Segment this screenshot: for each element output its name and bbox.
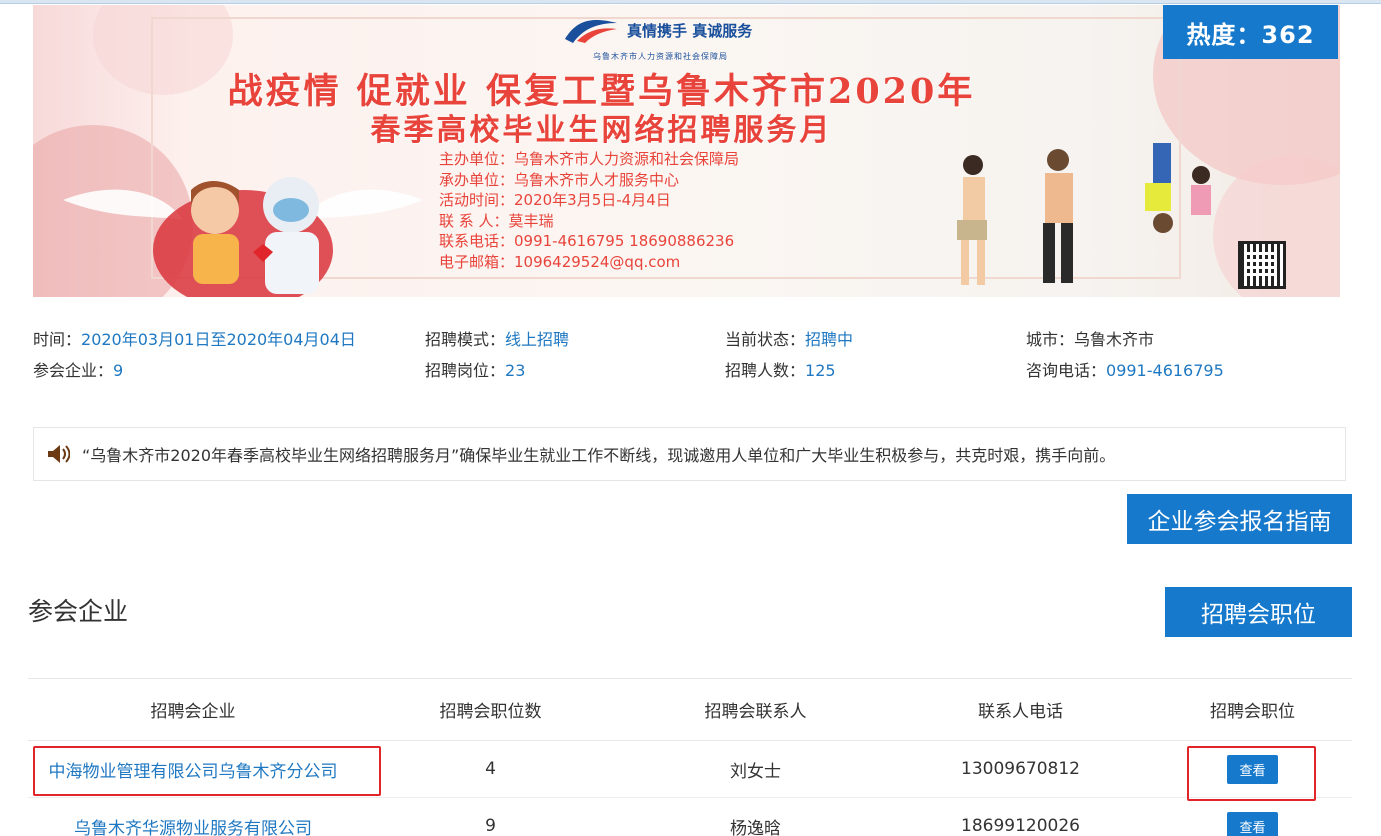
meta-headcount-label: 招聘人数： [725, 361, 806, 380]
meta-positions-value: 23 [505, 361, 526, 380]
event-banner: 真情携手 真诚服务 乌鲁木齐市人力资源和社会保障局 战疫情 促就业 保复工暨乌鲁… [33, 5, 1340, 297]
banner-info-line: 主办单位：乌鲁木齐市人力资源和社会保障局 [439, 150, 740, 168]
banner-info: 主办单位：乌鲁木齐市人力资源和社会保障局 承办单位：乌鲁木齐市人才服务中心 活动… [439, 149, 739, 272]
meta-phone-label: 咨询电话： [1026, 361, 1107, 380]
notice-text: “乌鲁木齐市2020年春季高校毕业生网络招聘服务月”确保毕业生就业工作不断线，现… [82, 446, 1116, 465]
meta-status-label: 当前状态： [725, 330, 806, 349]
header-contact: 招聘会联系人 [704, 702, 807, 722]
section-title: 参会企业 [28, 597, 129, 626]
meta-mode-value: 线上招聘 [505, 330, 570, 349]
meta-phone-value: 0991-4616795 [1106, 361, 1224, 380]
highlight-box-company [33, 746, 381, 796]
notice-bar: “乌鲁木齐市2020年春季高校毕业生网络招聘服务月”确保毕业生就业工作不断线，现… [33, 427, 1346, 481]
meta-time-label: 时间： [33, 330, 82, 349]
doctor-illustration-icon [63, 177, 423, 297]
signup-guide-button[interactable]: 企业参会报名指南 [1127, 494, 1352, 544]
fair-jobs-button[interactable]: 招聘会职位 [1165, 587, 1352, 637]
banner-info-line: 联 系 人：莫丰瑞 [439, 211, 554, 230]
banner-info-line: 活动时间：2020年3月5日-4月4日 [439, 191, 671, 209]
meta-companies-value: 9 [113, 361, 124, 380]
contact-name: 刘女士 [730, 761, 781, 782]
header-count: 招聘会职位数 [439, 702, 542, 722]
header-action: 招聘会职位 [1210, 702, 1295, 722]
table-header: 招聘会企业 招聘会职位数 招聘会联系人 联系人电话 招聘会职位 [28, 678, 1352, 741]
meta-headcount-value: 125 [805, 361, 836, 380]
logo-text: 真情携手 真诚服务 [627, 21, 753, 40]
contact-phone: 13009670812 [961, 759, 1080, 779]
meta-positions: 招聘岗位：23 [425, 357, 525, 381]
meta-companies: 参会企业：9 [33, 357, 123, 381]
banner-info-line: 承办单位：乌鲁木齐市人才服务中心 [439, 170, 680, 189]
position-count: 4 [485, 759, 496, 779]
header-company: 招聘会企业 [150, 702, 236, 722]
highlight-box-view [1187, 746, 1316, 801]
banner-info-line: 电子邮箱：1096429524@qq.com [439, 252, 681, 271]
window-top-border [0, 0, 1381, 4]
meta-mode-label: 招聘模式： [425, 330, 506, 349]
meta-city: 城市：乌鲁木齐市 [1026, 330, 1155, 349]
meta-time-value: 2020年03月01日至2020年04月04日 [81, 330, 356, 349]
meta-headcount: 招聘人数：125 [725, 357, 836, 381]
meta-status: 当前状态：招聘中 [725, 326, 853, 350]
meta-phone: 咨询电话：0991-4616795 [1026, 357, 1224, 381]
meta-status-value: 招聘中 [805, 330, 854, 349]
meta-mode: 招聘模式：线上招聘 [425, 326, 569, 350]
qr-code-icon [1238, 241, 1286, 289]
heat-badge: 热度：362 [1163, 5, 1338, 59]
banner-info-line: 联系电话：0991-4616795 18690886236 [439, 232, 735, 250]
meta-time: 时间：2020年03月01日至2020年04月04日 [33, 326, 356, 350]
meta-positions-label: 招聘岗位： [425, 361, 506, 380]
meta-companies-label: 参会企业： [33, 361, 114, 380]
banner-logo: 真情携手 真诚服务 [563, 15, 752, 45]
view-button[interactable]: 查看 [1227, 811, 1278, 836]
header-phone: 联系人电话 [978, 702, 1063, 722]
speaker-icon [48, 445, 70, 463]
contact-name: 杨逸晗 [730, 818, 781, 836]
contact-phone: 18699120026 [961, 816, 1080, 836]
logo-subtitle: 乌鲁木齐市人力资源和社会保障局 [593, 52, 728, 61]
position-count: 9 [485, 816, 496, 836]
dancers-illustration-icon [957, 143, 1211, 285]
swoosh-logo-icon [565, 20, 617, 43]
company-link[interactable]: 乌鲁木齐华源物业服务有限公司 [28, 814, 358, 836]
table-row: 乌鲁木齐华源物业服务有限公司 9 杨逸晗 18699120026 查看 [28, 798, 1352, 836]
